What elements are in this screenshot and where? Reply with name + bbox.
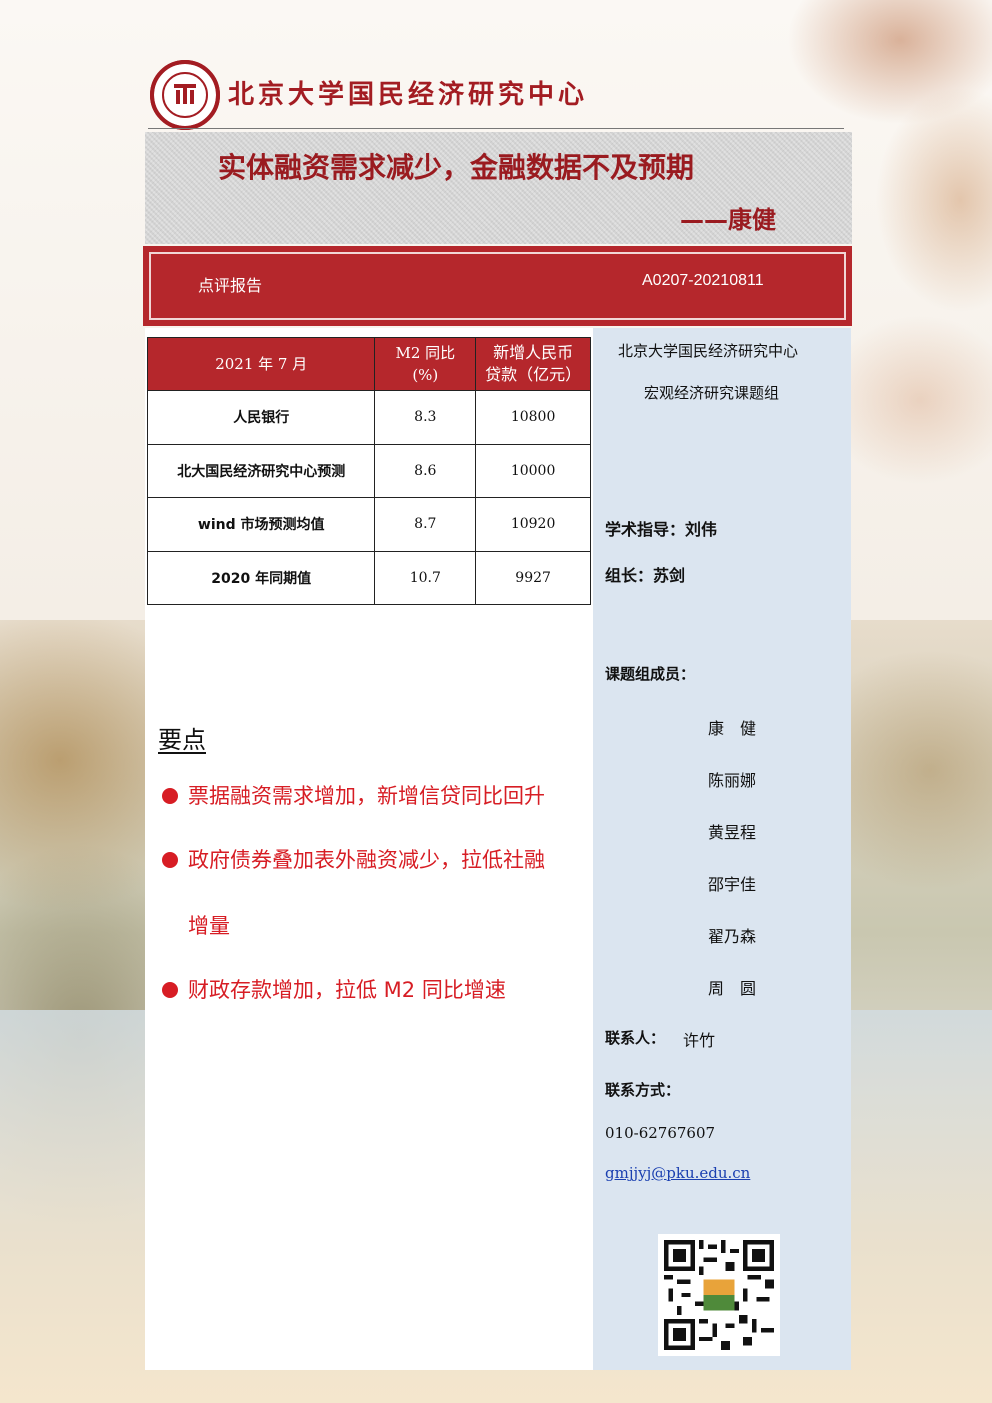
table-header-m2: M2 同比 (%) xyxy=(374,337,477,391)
seal-ring-icon xyxy=(150,60,220,130)
sidebar-email-link[interactable]: gmjjyj@pku.edu.cn xyxy=(605,1164,750,1182)
table-row: 2020 年同期值 10.7 9927 xyxy=(146,550,591,605)
table-cell-m2: 8.6 xyxy=(374,443,477,498)
sidebar-member: 黄昱程 xyxy=(708,823,757,842)
table-row: 北大国民经济研究中心预测 8.6 10000 xyxy=(146,443,591,498)
org-title: 北京大学国民经济研究中心 xyxy=(228,80,589,110)
key-points-heading: 要点 xyxy=(158,726,206,754)
table-cell-name: 人民银行 xyxy=(146,390,376,445)
table-header-period: 2021 年 7 月 xyxy=(146,337,376,391)
peking-university-seal xyxy=(150,60,220,130)
sidebar-advisor: 学术指导：刘伟 xyxy=(605,520,718,539)
sidebar-contact-name: 许竹 xyxy=(683,1031,716,1050)
sidebar-member: 周 圆 xyxy=(708,979,757,998)
report-code: A0207-20210811 xyxy=(642,272,764,289)
table-cell-loan: 10000 xyxy=(475,443,591,498)
sidebar-member: 陈丽娜 xyxy=(708,771,757,790)
table-cell-name: 北大国民经济研究中心预测 xyxy=(146,443,376,498)
sidebar-contact-label: 联系人： xyxy=(605,1029,666,1047)
key-point-text: 票据融资需求增加，新增信贷同比回升 xyxy=(188,784,545,808)
key-point-1: 票据融资需求增加，新增信贷同比回升 xyxy=(162,780,545,812)
sidebar-panel xyxy=(593,328,851,1370)
sidebar-contact-method-label: 联系方式： xyxy=(605,1081,681,1099)
sidebar-phone: 010-62767607 xyxy=(605,1124,716,1142)
forecast-table: 2021 年 7 月 M2 同比 (%) 新增人民币 贷款（亿元） 人民银行 8… xyxy=(146,337,591,605)
table-cell-loan: 10920 xyxy=(475,497,591,552)
key-point-3: 财政存款增加，拉低 M2 同比增速 xyxy=(162,974,506,1006)
key-point-text: 财政存款增加，拉低 M2 同比增速 xyxy=(188,978,506,1002)
table-cell-m2: 10.7 xyxy=(374,550,477,605)
header-divider xyxy=(148,128,844,129)
table-row: 人民银行 8.3 10800 xyxy=(146,390,591,445)
table-cell-name: 2020 年同期值 xyxy=(146,550,376,605)
table-row: wind 市场预测均值 8.7 10920 xyxy=(146,497,591,552)
table-header-loan: 新增人民币 贷款（亿元） xyxy=(475,337,591,391)
bullet-icon xyxy=(162,982,178,998)
qr-code-icon xyxy=(664,1240,774,1350)
report-title: 实体融资需求减少，金融数据不及预期 xyxy=(218,151,695,184)
table-cell-loan: 9927 xyxy=(475,550,591,605)
bullet-icon xyxy=(162,788,178,804)
table-cell-m2: 8.3 xyxy=(374,390,477,445)
key-point-text: 政府债券叠加表外融资减少，拉低社融 xyxy=(188,848,545,872)
sidebar-group-name: 宏观经济研究课题组 xyxy=(644,384,780,402)
report-author: ——康健 xyxy=(680,206,776,234)
key-point-2-continued: 增量 xyxy=(188,914,230,938)
table-cell-loan: 10800 xyxy=(475,390,591,445)
qr-code xyxy=(658,1234,780,1356)
key-point-2: 政府债券叠加表外融资减少，拉低社融 xyxy=(162,844,545,876)
sidebar-org-name: 北京大学国民经济研究中心 xyxy=(618,342,799,360)
bullet-icon xyxy=(162,852,178,868)
report-type-label: 点评报告 xyxy=(198,276,263,295)
sidebar-member: 邵宇佳 xyxy=(708,875,757,894)
table-header-row: 2021 年 7 月 M2 同比 (%) 新增人民币 贷款（亿元） xyxy=(146,337,591,391)
table-cell-name: wind 市场预测均值 xyxy=(146,497,376,552)
sidebar-members-label: 课题组成员： xyxy=(605,665,696,683)
sidebar-leader: 组长：苏剑 xyxy=(605,566,686,585)
sidebar-member: 康 健 xyxy=(708,719,757,738)
sidebar-member: 翟乃森 xyxy=(708,927,757,946)
table-cell-m2: 8.7 xyxy=(374,497,477,552)
